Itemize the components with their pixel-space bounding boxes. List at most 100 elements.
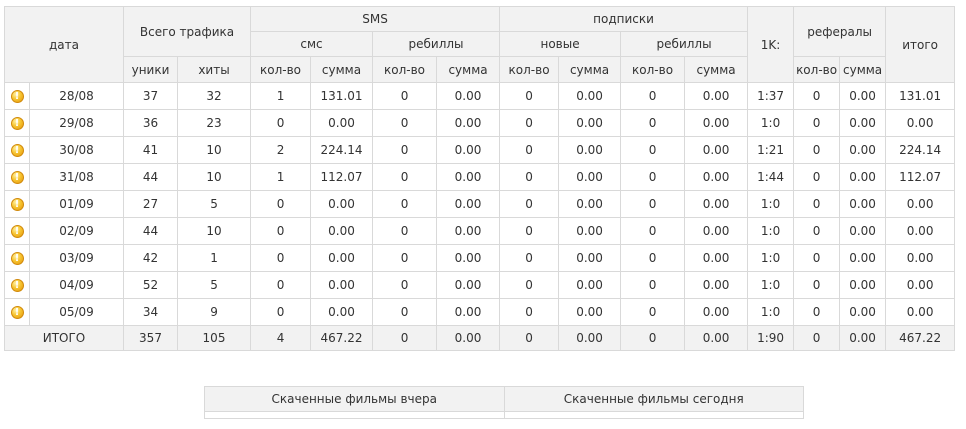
cell-uniques: 52	[123, 271, 178, 299]
cell-subs-rebill-sum: 0.00	[684, 271, 749, 299]
cell-subs-rebill-count: 0	[620, 109, 686, 137]
cell-subs-new-count: 0	[499, 217, 560, 245]
cell-total: 131.01	[885, 82, 956, 110]
info-icon[interactable]: !	[10, 171, 24, 184]
info-icon[interactable]: !	[10, 90, 24, 103]
cell-referral-sum: 0.00	[839, 217, 887, 245]
films-today-cell	[503, 411, 804, 419]
cell-subs-new-sum: 0.00	[558, 217, 622, 245]
total-hits: 105	[176, 325, 252, 351]
cell-date: 05/09	[29, 298, 124, 326]
cell-sms-rebill-count: 0	[372, 109, 438, 137]
header-sum: сумма	[436, 56, 501, 83]
cell-one-k: 1:0	[747, 271, 795, 299]
cell-sms-rebill-sum: 0.00	[436, 217, 501, 245]
cell-sms-sum: 112.07	[310, 163, 374, 191]
cell-date: 02/09	[29, 217, 124, 245]
cell-one-k: 1:0	[747, 217, 795, 245]
cell-uniques: 36	[123, 109, 178, 137]
cell-sms-rebill-count: 0	[372, 298, 438, 326]
row-info-cell[interactable]: !	[4, 82, 30, 110]
info-icon[interactable]: !	[10, 144, 24, 157]
cell-referral-count: 0	[793, 136, 841, 164]
cell-sms-count: 0	[250, 190, 312, 218]
header-sum: сумма	[839, 56, 887, 83]
cell-subs-rebill-sum: 0.00	[684, 82, 749, 110]
row-info-cell[interactable]: !	[4, 163, 30, 191]
cell-total: 0.00	[885, 244, 956, 272]
cell-subs-new-sum: 0.00	[558, 298, 622, 326]
info-icon[interactable]: !	[10, 117, 24, 130]
cell-date: 28/08	[29, 82, 124, 110]
cell-sms-rebill-sum: 0.00	[436, 244, 501, 272]
cell-subs-rebill-sum: 0.00	[684, 217, 749, 245]
cell-subs-new-sum: 0.00	[558, 109, 622, 137]
cell-sms-sum: 0.00	[310, 109, 374, 137]
stats-body: ! 28/08 37 32 1 131.01 0 0.00 0 0.00 0 0.00 1:37 0 0.0…	[4, 82, 956, 351]
cell-total: 0.00	[885, 190, 956, 218]
cell-subs-rebill-count: 0	[620, 298, 686, 326]
cell-referral-count: 0	[793, 190, 841, 218]
cell-hits: 10	[176, 136, 252, 164]
cell-subs-rebill-count: 0	[620, 82, 686, 110]
info-icon[interactable]: !	[10, 252, 24, 265]
cell-sms-count: 0	[250, 217, 312, 245]
row-info-cell[interactable]: !	[4, 136, 30, 164]
total-total: 467.22	[885, 325, 956, 351]
cell-hits: 10	[176, 163, 252, 191]
row-info-cell[interactable]: !	[4, 244, 30, 272]
cell-subs-new-sum: 0.00	[558, 136, 622, 164]
row-info-cell[interactable]: !	[4, 217, 30, 245]
cell-one-k: 1:0	[747, 190, 795, 218]
header-date: дата	[4, 6, 124, 83]
cell-subs-new-sum: 0.00	[558, 271, 622, 299]
total-one-k: 1:90	[747, 325, 795, 351]
cell-date: 03/09	[29, 244, 124, 272]
row-info-cell[interactable]: !	[4, 271, 30, 299]
cell-sms-rebill-sum: 0.00	[436, 271, 501, 299]
cell-hits: 1	[176, 244, 252, 272]
info-icon[interactable]: !	[10, 279, 24, 292]
cell-sms-rebill-count: 0	[372, 136, 438, 164]
total-subs-new-sum: 0.00	[558, 325, 622, 351]
cell-sms-sum: 0.00	[310, 271, 374, 299]
info-icon[interactable]: !	[10, 306, 24, 319]
cell-sms-rebill-sum: 0.00	[436, 298, 501, 326]
cell-sms-rebill-sum: 0.00	[436, 82, 501, 110]
table-row: ! 30/08 41 10 2 224.14 0 0.00 0 0.00 0 0.00 1:21 0 0.0…	[4, 136, 956, 164]
cell-sms-count: 2	[250, 136, 312, 164]
header-subscriptions: подписки	[499, 6, 749, 32]
cell-sms-count: 0	[250, 298, 312, 326]
row-info-cell[interactable]: !	[4, 190, 30, 218]
info-icon[interactable]: !	[10, 198, 24, 211]
cell-sms-count: 1	[250, 82, 312, 110]
films-yesterday-cell	[204, 411, 505, 419]
cell-total: 0.00	[885, 271, 956, 299]
cell-sms-count: 0	[250, 244, 312, 272]
header-total-traffic: Всего трафика	[122, 6, 252, 57]
cell-hits: 10	[176, 217, 252, 245]
cell-sms-rebill-count: 0	[372, 190, 438, 218]
row-info-cell[interactable]: !	[4, 298, 30, 326]
cell-referral-sum: 0.00	[839, 244, 887, 272]
cell-referral-sum: 0.00	[839, 109, 887, 137]
header-sum: сумма	[310, 56, 374, 83]
cell-hits: 32	[176, 82, 252, 110]
cell-referral-count: 0	[793, 163, 841, 191]
cell-total: 112.07	[885, 163, 956, 191]
cell-subs-new-sum: 0.00	[558, 190, 622, 218]
cell-referral-sum: 0.00	[839, 190, 887, 218]
cell-total: 224.14	[885, 136, 956, 164]
info-icon[interactable]: !	[10, 225, 24, 238]
total-subs-rebill-sum: 0.00	[684, 325, 749, 351]
row-info-cell[interactable]: !	[4, 109, 30, 137]
table-row: ! 04/09 52 5 0 0.00 0 0.00 0 0.00 0 0.00 1:0 0 0.00 0.0…	[4, 271, 956, 299]
totals-row: ИТОГО 357 105 4 467.22 0 0.00 0 0.00 0 0.00 1:90 0 0.…	[4, 325, 956, 351]
cell-referral-sum: 0.00	[839, 298, 887, 326]
table-row: ! 29/08 36 23 0 0.00 0 0.00 0 0.00 0 0.00 1:0 0 0.00 0.…	[4, 109, 956, 137]
cell-subs-new-count: 0	[499, 136, 560, 164]
cell-sms-rebill-sum: 0.00	[436, 109, 501, 137]
cell-date: 30/08	[29, 136, 124, 164]
cell-referral-sum: 0.00	[839, 163, 887, 191]
cell-uniques: 41	[123, 136, 178, 164]
